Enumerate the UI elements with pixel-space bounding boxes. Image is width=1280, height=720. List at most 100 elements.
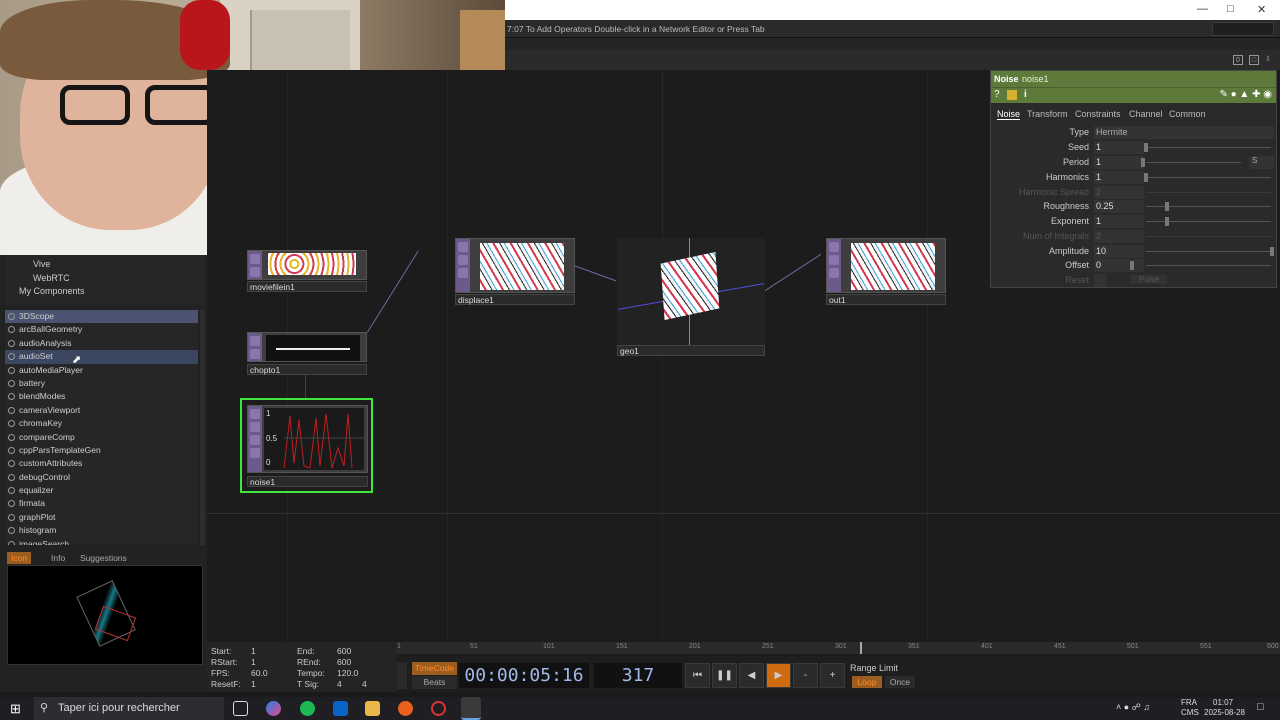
taskbar: ⊞ Taper ici pour rechercher ⚲ ˄ ● ☍ ♫ FR… bbox=[0, 697, 1280, 720]
toolbar-icons[interactable]: ✎ ● ▲ ✚ ◉ bbox=[1219, 89, 1272, 100]
list-item[interactable]: customAttributes bbox=[5, 457, 198, 470]
list-item[interactable]: imageSearch bbox=[5, 538, 198, 545]
node-moviefilein1[interactable]: moviefilein1 bbox=[247, 250, 367, 294]
list-item[interactable]: cameraViewport bbox=[5, 404, 198, 417]
pane-menu-icon[interactable]: ⇩ bbox=[1263, 55, 1273, 65]
param-period[interactable]: Period 1 S bbox=[991, 156, 1276, 170]
once-toggle[interactable]: Once bbox=[885, 676, 915, 688]
chopto-thumbnail bbox=[266, 335, 360, 361]
task-view-icon[interactable] bbox=[233, 701, 248, 716]
notification-icon[interactable]: □ bbox=[1257, 701, 1264, 713]
tree-item-my-components[interactable]: My Components bbox=[19, 286, 85, 296]
beats-toggle[interactable]: Beats bbox=[412, 676, 457, 689]
list-item[interactable]: debugControl bbox=[5, 471, 198, 484]
node-displace1[interactable]: displace1 bbox=[455, 238, 575, 308]
list-item[interactable]: audioSet bbox=[5, 350, 198, 364]
list-item[interactable]: chromaKey bbox=[5, 417, 198, 430]
list-item[interactable]: blendModes bbox=[5, 390, 198, 403]
list-item[interactable]: compareComp bbox=[5, 431, 198, 444]
step-back-button[interactable]: ◀ bbox=[739, 663, 764, 688]
list-item[interactable]: 3DScope bbox=[5, 310, 198, 324]
close-button[interactable]: ✕ bbox=[1257, 3, 1266, 16]
windows-start-icon[interactable]: ⊞ bbox=[10, 701, 21, 717]
loop-toggle[interactable]: Loop bbox=[852, 676, 882, 688]
fps-value[interactable]: 60.0 bbox=[251, 668, 268, 678]
tab-transform[interactable]: Transform bbox=[1027, 109, 1068, 119]
node-geo1[interactable]: geo1 bbox=[617, 238, 765, 358]
op-name-field[interactable]: noise1 bbox=[1022, 74, 1049, 84]
list-item[interactable]: equalizer bbox=[5, 484, 198, 497]
list-item[interactable]: firmata bbox=[5, 497, 198, 510]
tsig-value2[interactable]: 4 bbox=[362, 679, 367, 689]
param-seed[interactable]: Seed 1 bbox=[991, 141, 1276, 155]
node-chopto1[interactable]: chopto1 bbox=[247, 332, 367, 378]
decrement-button[interactable]: - bbox=[793, 663, 818, 688]
resetf-value[interactable]: 1 bbox=[251, 679, 256, 689]
list-item[interactable]: audioAnalysis bbox=[5, 337, 198, 350]
copilot-icon[interactable] bbox=[266, 701, 281, 716]
list-item[interactable]: cppParsTemplateGen bbox=[5, 444, 198, 457]
tab-common[interactable]: Common bbox=[1169, 109, 1206, 119]
firefox-icon[interactable] bbox=[398, 701, 413, 716]
param-exponent[interactable]: Exponent 1 bbox=[991, 215, 1276, 229]
start-value[interactable]: 1 bbox=[251, 646, 256, 656]
param-offset[interactable]: Offset 0 bbox=[991, 259, 1276, 273]
tree-item-webrtc[interactable]: WebRTC bbox=[33, 273, 70, 283]
param-type[interactable]: Type Hermite bbox=[991, 126, 1276, 140]
list-item[interactable]: arcBallGeometry bbox=[5, 323, 198, 336]
maximize-button[interactable]: □ bbox=[1227, 3, 1234, 15]
tray-icons[interactable]: ˄ ● ☍ ♫ bbox=[1116, 702, 1150, 713]
rend-value[interactable]: 600 bbox=[337, 657, 351, 667]
spotify-icon[interactable] bbox=[300, 701, 315, 716]
tree-item-vive[interactable]: Vive bbox=[33, 259, 50, 269]
taskbar-search[interactable]: Taper ici pour rechercher bbox=[34, 697, 224, 720]
path-counter[interactable]: 0 bbox=[1233, 55, 1243, 65]
param-roughness[interactable]: Roughness 0.25 bbox=[991, 200, 1276, 214]
rstart-value[interactable]: 1 bbox=[251, 657, 256, 667]
tempo-value[interactable]: 120.0 bbox=[337, 668, 358, 678]
tab-info[interactable]: Info bbox=[47, 552, 69, 564]
timeline-ruler[interactable]: 1 51 101 151 201 251 301 351 401 451 501 551 6… bbox=[397, 642, 1280, 654]
node-noise1[interactable]: 1 0.5 0 noise1 bbox=[240, 398, 373, 493]
info-icon[interactable]: i bbox=[1024, 89, 1027, 100]
help-icon[interactable]: ? bbox=[994, 89, 1000, 100]
play-button[interactable]: ▶ bbox=[766, 663, 791, 688]
file-explorer-icon[interactable] bbox=[365, 701, 380, 716]
minimize-button[interactable]: — bbox=[1197, 3, 1208, 15]
end-value[interactable]: 600 bbox=[337, 646, 351, 656]
touchdesigner-taskbar-icon[interactable] bbox=[461, 697, 481, 720]
tab-suggestions[interactable]: Suggestions bbox=[76, 552, 131, 564]
tab-icon[interactable]: Icon bbox=[7, 552, 32, 564]
pause-button[interactable]: ❚❚ bbox=[712, 663, 737, 688]
app-icon[interactable] bbox=[431, 701, 446, 716]
param-harmonics[interactable]: Harmonics 1 bbox=[991, 171, 1276, 185]
node-out1[interactable]: out1 bbox=[826, 238, 946, 308]
param-amplitude[interactable]: Amplitude 10 bbox=[991, 245, 1276, 259]
list-scrollbar[interactable] bbox=[200, 310, 205, 545]
python-icon[interactable] bbox=[1007, 90, 1017, 100]
timecode-display[interactable]: 00:00:05:16 bbox=[459, 663, 589, 688]
tsig-value[interactable]: 4 bbox=[337, 679, 342, 689]
list-item[interactable]: histogram bbox=[5, 524, 198, 537]
tab-channel[interactable]: Channel bbox=[1129, 109, 1163, 119]
playhead[interactable] bbox=[860, 642, 862, 654]
outlook-icon[interactable] bbox=[333, 701, 348, 716]
node-label: chopto1 bbox=[247, 364, 367, 375]
rewind-button[interactable]: ⏮ bbox=[685, 663, 710, 688]
list-item[interactable]: graphPlot bbox=[5, 511, 198, 524]
increment-button[interactable]: + bbox=[820, 663, 845, 688]
type-menu[interactable]: Hermite bbox=[1094, 126, 1274, 139]
period-unit-menu[interactable]: S bbox=[1249, 156, 1274, 169]
list-item[interactable]: autoMediaPlayer bbox=[5, 364, 198, 377]
frame-display[interactable]: 317 bbox=[594, 663, 682, 688]
tab-noise[interactable]: Noise bbox=[997, 109, 1021, 120]
graph-mid-label: 0.5 bbox=[266, 434, 278, 443]
list-item[interactable]: battery bbox=[5, 377, 198, 390]
clock-date[interactable]: 2025-08-28 bbox=[1204, 708, 1245, 717]
lang-indicator[interactable]: FRA bbox=[1181, 698, 1197, 707]
clock-time[interactable]: 01:07 bbox=[1213, 698, 1233, 707]
lang-indicator-2[interactable]: CMS bbox=[1181, 708, 1199, 717]
pane-split-icon[interactable]: □ bbox=[1249, 55, 1259, 65]
timecode-toggle[interactable]: TimeCode bbox=[412, 662, 457, 675]
tab-constraints[interactable]: Constraints bbox=[1075, 109, 1121, 119]
